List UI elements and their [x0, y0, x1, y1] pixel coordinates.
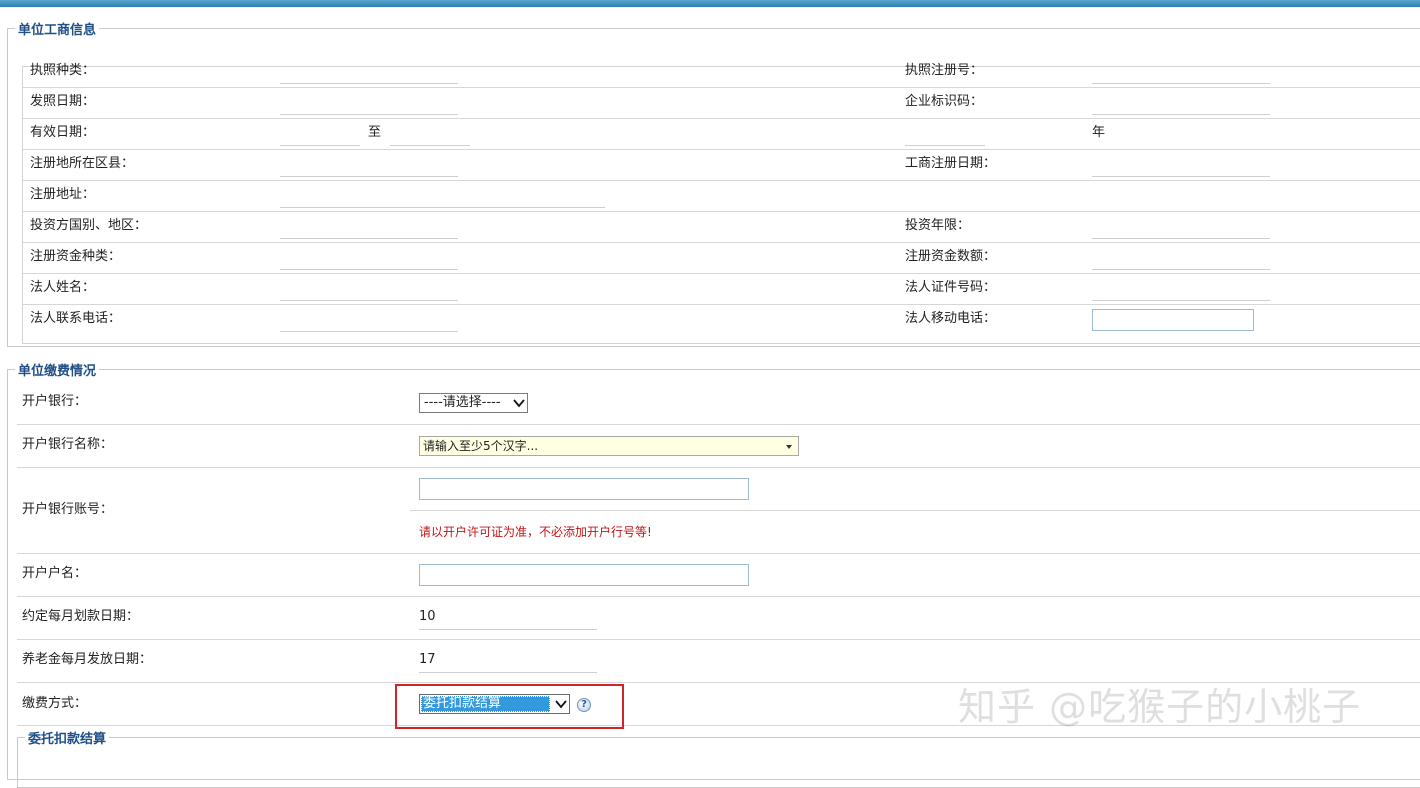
- reg-district-field[interactable]: [280, 176, 458, 177]
- pension-day-value: 17: [419, 652, 436, 667]
- dropdown-arrow-icon[interactable]: [786, 445, 792, 449]
- account-warning: 请以开户许可证为准，不必添加开户行号等!: [419, 525, 652, 539]
- year-unit: 年: [1092, 125, 1106, 140]
- capital-amount-label: 注册资金数额：: [905, 249, 997, 264]
- reg-district-label: 注册地所在区县：: [30, 156, 135, 171]
- valid-date-start-field[interactable]: [280, 145, 360, 146]
- capital-type-label: 注册资金种类：: [30, 249, 122, 264]
- legal-mobile-label: 法人移动电话：: [905, 311, 997, 326]
- valid-date-end-field[interactable]: [390, 145, 470, 146]
- legal-id-label: 法人证件号码：: [905, 280, 997, 295]
- business-info-legend: 单位工商信息: [18, 23, 97, 38]
- row-divider: [22, 180, 1420, 181]
- legal-name-label: 法人姓名：: [30, 280, 96, 295]
- investor-region-field[interactable]: [280, 238, 458, 239]
- account-label: 开户银行账号：: [22, 502, 114, 517]
- business-info-section: 单位工商信息: [7, 19, 1420, 347]
- license-no-label: 执照注册号：: [905, 63, 984, 78]
- pension-day-label: 养老金每月发放日期：: [22, 652, 153, 667]
- legal-mobile-input[interactable]: [1092, 309, 1254, 331]
- bank-label: 开户银行：: [22, 394, 88, 409]
- bank-select-value: ----请选择----: [424, 395, 501, 410]
- pension-day-field[interactable]: [419, 672, 597, 673]
- legal-name-field[interactable]: [280, 300, 458, 301]
- row-divider: [22, 211, 1420, 212]
- invest-years-field[interactable]: [1092, 238, 1270, 239]
- license-type-label: 执照种类：: [30, 63, 96, 78]
- reg-date-field[interactable]: [1092, 176, 1270, 177]
- row-divider: [17, 424, 1420, 425]
- legal-id-field[interactable]: [1092, 300, 1270, 301]
- bank-name-placeholder: 请输入至少5个汉字...: [423, 439, 539, 453]
- legal-phone-label: 法人联系电话：: [30, 311, 122, 326]
- license-no-field[interactable]: [1092, 83, 1270, 84]
- payment-legend: 单位缴费情况: [18, 364, 97, 379]
- reg-date-label: 工商注册日期：: [905, 156, 997, 171]
- entrust-legend: 委托扣款结算: [28, 732, 107, 747]
- bank-select[interactable]: ----请选择----: [419, 393, 528, 413]
- holder-input[interactable]: [419, 564, 749, 586]
- valid-years-field[interactable]: [905, 145, 985, 146]
- valid-date-label: 有效日期：: [30, 125, 96, 140]
- row-divider: [17, 553, 1420, 554]
- deduct-day-value: 10: [419, 609, 436, 624]
- top-bar: [0, 0, 1420, 7]
- issue-date-field[interactable]: [280, 114, 458, 115]
- account-input[interactable]: [419, 478, 749, 500]
- row-divider: [22, 118, 1420, 119]
- capital-type-field[interactable]: [280, 269, 458, 270]
- enterprise-code-field[interactable]: [1092, 114, 1270, 115]
- reg-address-field[interactable]: [280, 207, 605, 208]
- entrust-section: 委托扣款结算: [17, 728, 1420, 788]
- row-divider: [22, 149, 1420, 150]
- license-type-field[interactable]: [280, 83, 458, 84]
- bank-name-combobox[interactable]: 请输入至少5个汉字...: [419, 436, 799, 456]
- valid-date-to: 至: [368, 125, 382, 140]
- invest-years-label: 投资年限：: [905, 218, 971, 233]
- row-divider: [17, 467, 1420, 468]
- business-info-table: [22, 66, 1420, 344]
- holder-label: 开户户名：: [22, 566, 88, 581]
- issue-date-label: 发照日期：: [30, 94, 96, 109]
- bank-name-label: 开户银行名称：: [22, 437, 114, 452]
- deduct-day-field[interactable]: [419, 629, 597, 630]
- enterprise-code-label: 企业标识码：: [905, 94, 984, 109]
- row-divider: [410, 510, 1420, 511]
- reg-address-label: 注册地址：: [30, 187, 96, 202]
- deduct-day-label: 约定每月划款日期：: [22, 609, 140, 624]
- legal-phone-field[interactable]: [280, 331, 458, 332]
- capital-amount-field[interactable]: [1092, 269, 1270, 270]
- row-divider: [22, 87, 1420, 88]
- investor-region-label: 投资方国别、地区：: [30, 218, 148, 233]
- row-divider: [22, 273, 1420, 274]
- row-divider: [22, 242, 1420, 243]
- row-divider: [22, 304, 1420, 305]
- row-divider: [17, 639, 1420, 640]
- method-label: 缴费方式：: [22, 696, 88, 711]
- chevron-down-icon: [513, 399, 525, 408]
- watermark: 知乎 @吃猴子的小桃子: [958, 685, 1362, 729]
- row-divider: [17, 596, 1420, 597]
- highlight-box: [395, 684, 624, 729]
